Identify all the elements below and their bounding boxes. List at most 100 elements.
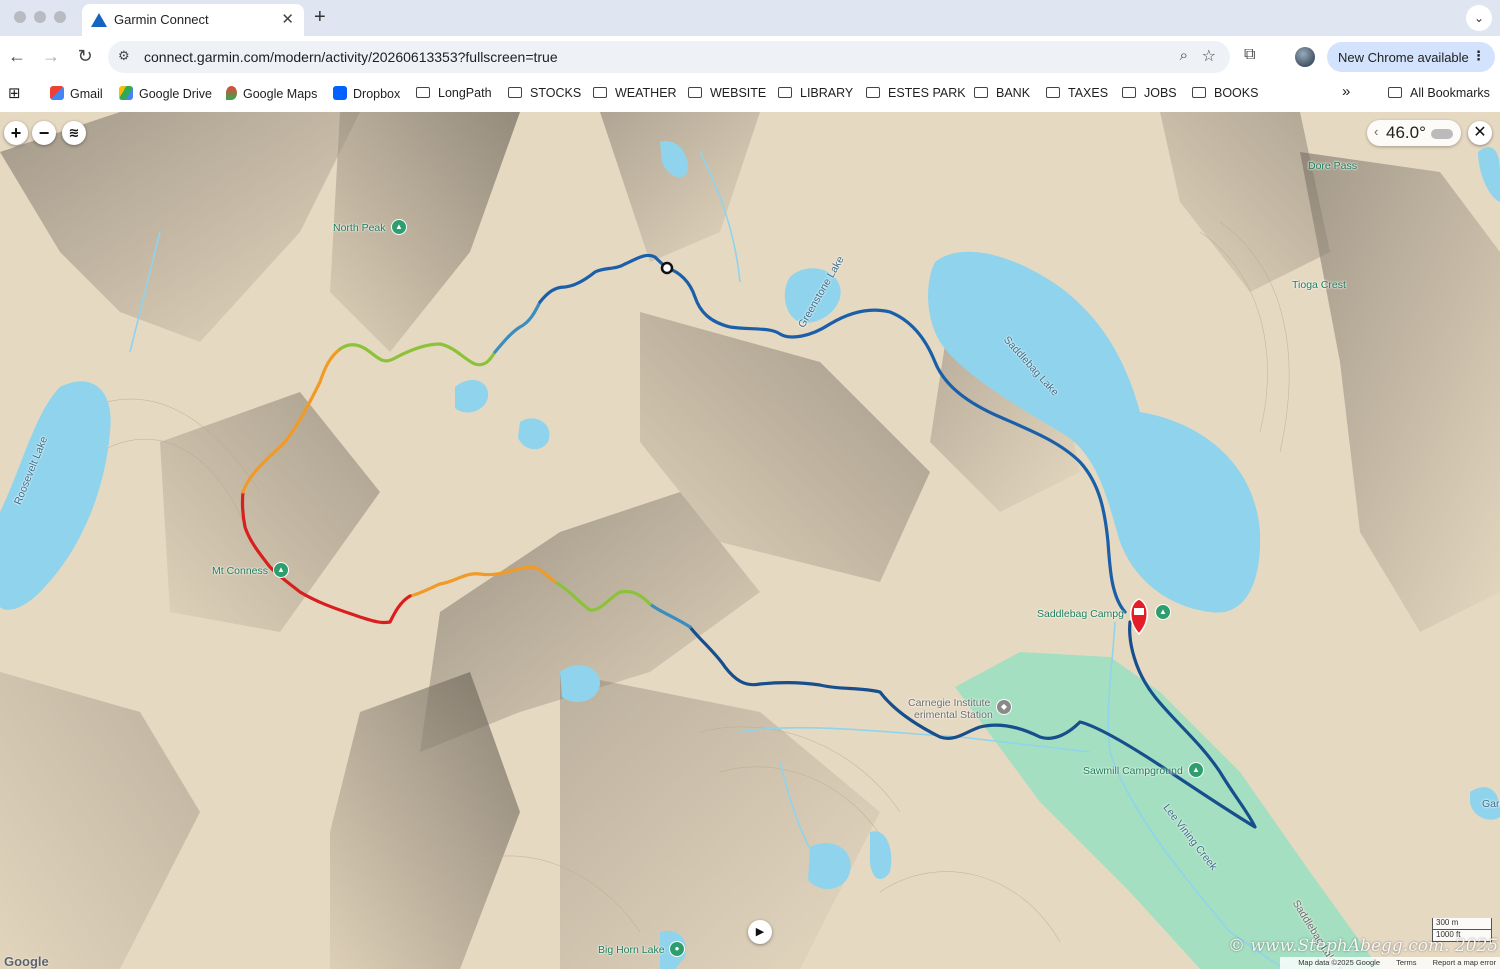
bookmark-folder-bank[interactable]: BANK [974, 86, 1030, 100]
forward-arrow-icon[interactable]: → [40, 46, 62, 67]
toolbar: ← → ↻ ⚙ connect.garmin.com/modern/activi… [0, 36, 1500, 78]
bookmark-label: JOBS [1144, 86, 1177, 100]
bookmark-label: WEATHER [615, 86, 677, 100]
bookmark-folder-weather[interactable]: WEATHER [593, 86, 677, 100]
report-error-link[interactable]: Report a map error [1433, 958, 1496, 967]
bookmark-label: BOOKS [1214, 86, 1259, 100]
new-chrome-available-button[interactable]: New Chrome available ⋮ [1327, 42, 1495, 72]
tab-close-icon[interactable]: ✕ [281, 10, 294, 28]
peak-icon[interactable]: ▲ [391, 219, 407, 235]
folder-icon [1388, 87, 1402, 98]
close-fullscreen-button[interactable]: ✕ [1468, 121, 1492, 145]
folder-icon [778, 87, 792, 98]
tab-search-chevron-icon[interactable]: ⌄ [1466, 5, 1492, 31]
bookmark-label: Google Drive [139, 87, 212, 101]
profile-avatar[interactable] [1295, 47, 1315, 67]
weather-chevron-icon[interactable]: ‹ [1374, 124, 1378, 139]
campground-icon[interactable]: ▲ [1155, 604, 1171, 620]
extensions-puzzle-icon[interactable]: ⧉ [1244, 46, 1255, 64]
new-chrome-label: New Chrome available [1338, 50, 1469, 65]
education-icon[interactable]: ◆ [996, 699, 1012, 715]
bookmark-folder-books[interactable]: BOOKS [1192, 86, 1258, 100]
zoom-in-button[interactable]: + [4, 121, 28, 145]
lake-icon[interactable]: ● [669, 941, 685, 957]
folder-icon [688, 87, 702, 98]
all-bookmarks-folder[interactable]: All Bookmarks [1388, 86, 1490, 100]
bookmark-folder-jobs[interactable]: JOBS [1122, 86, 1177, 100]
bookmarks-bar: ⊞ Gmail Google Drive Google Maps Dropbox… [0, 78, 1500, 112]
map-data-text: Map data ©2025 Google [1298, 958, 1381, 967]
folder-icon [416, 87, 430, 98]
bookmark-label: Gmail [70, 87, 103, 101]
bookmark-folder-estes-park[interactable]: ESTES PARK [866, 86, 966, 100]
folder-icon [1192, 87, 1206, 98]
zoom-out-button[interactable]: − [32, 121, 56, 145]
kebab-menu-icon[interactable]: ⋮ [1472, 48, 1485, 64]
peak-icon[interactable]: ▲ [273, 562, 289, 578]
map-label-big-horn-lake: Big Horn Lake [598, 944, 665, 956]
bookmark-label: Google Maps [243, 87, 318, 101]
folder-icon [1046, 87, 1060, 98]
bookmark-label: TAXES [1068, 86, 1109, 100]
scale-meters: 300 m [1432, 918, 1492, 930]
window-close-button[interactable] [14, 11, 26, 23]
bookmark-label: All Bookmarks [1410, 86, 1490, 100]
weather-temperature: 46.0° [1386, 123, 1426, 142]
bookmark-google-drive[interactable]: Google Drive [119, 86, 212, 101]
address-bar[interactable]: ⚙ connect.garmin.com/modern/activity/202… [108, 41, 1230, 73]
bookmark-label: LIBRARY [800, 86, 854, 100]
browser-chrome: Garmin Connect ✕ + ⌄ ← → ↻ ⚙ connect.gar… [0, 0, 1500, 112]
folder-icon [1122, 87, 1136, 98]
activity-map[interactable]: + − ≋ ‹ 46.0° ✕ North Peak ▲ Mt Conness … [0, 112, 1500, 969]
bookmark-google-maps[interactable]: Google Maps [226, 86, 317, 101]
map-label-dore-pass: Dore Pass [1308, 160, 1358, 172]
map-label-north-peak: North Peak [333, 222, 386, 234]
watermark: © www.StephAbegg.com. 2025 [1228, 936, 1499, 956]
bookmark-folder-website[interactable]: WEBSITE [688, 86, 766, 100]
bookmark-folder-library[interactable]: LIBRARY [778, 86, 853, 100]
bookmarks-overflow-chevron-icon[interactable]: » [1342, 83, 1350, 100]
bookmark-label: LongPath [438, 86, 492, 100]
map-attribution: Map data ©2025 Google Terms Report a map… [1280, 957, 1500, 969]
play-replay-button[interactable]: ▶ [748, 920, 772, 944]
bookmark-folder-taxes[interactable]: TAXES [1046, 86, 1108, 100]
back-arrow-icon[interactable]: ← [6, 46, 28, 67]
apps-grid-icon[interactable]: ⊞ [8, 84, 21, 102]
window-minimize-button[interactable] [34, 11, 46, 23]
google-drive-icon [119, 86, 133, 100]
terms-link[interactable]: Terms [1396, 958, 1416, 967]
map-label-carnegie-institute: Carnegie Institute [908, 697, 991, 709]
bookmark-label: BANK [996, 86, 1031, 100]
layers-icon[interactable]: ≋ [62, 121, 86, 145]
folder-icon [508, 87, 522, 98]
new-tab-button[interactable]: + [314, 6, 326, 29]
tab-garmin-connect[interactable]: Garmin Connect ✕ [82, 4, 304, 36]
start-point-marker[interactable] [660, 261, 674, 275]
map-label-mt-conness: Mt Conness [212, 565, 269, 577]
bookmark-label: Dropbox [353, 87, 401, 101]
bookmark-dropbox[interactable]: Dropbox [333, 86, 400, 101]
window-zoom-button[interactable] [54, 11, 66, 23]
cloud-icon [1431, 129, 1453, 139]
site-info-icon[interactable]: ⚙ [118, 48, 130, 64]
bookmark-folder-longpath[interactable]: LongPath [416, 86, 492, 100]
google-logo: Google [4, 954, 49, 969]
google-maps-icon [226, 86, 237, 100]
reload-icon[interactable]: ↻ [74, 46, 96, 67]
campground-icon[interactable]: ▲ [1188, 762, 1204, 778]
search-icon[interactable]: ⌕ [1180, 47, 1188, 64]
bookmark-label: WEBSITE [710, 86, 767, 100]
bookmark-star-icon[interactable]: ☆ [1202, 46, 1216, 66]
bookmark-label: STOCKS [530, 86, 582, 100]
url-text[interactable]: connect.garmin.com/modern/activity/20260… [144, 49, 558, 65]
map-label-tioga-crest: Tioga Crest [1292, 279, 1346, 291]
folder-icon [866, 87, 880, 98]
map-label-carnegie-station: erimental Station [914, 709, 993, 721]
terrain-map-canvas [0, 112, 1500, 969]
tab-title: Garmin Connect [114, 12, 209, 27]
weather-widget[interactable]: ‹ 46.0° [1367, 120, 1461, 146]
tab-strip: Garmin Connect ✕ + ⌄ [0, 0, 1500, 36]
bookmark-gmail[interactable]: Gmail [50, 86, 103, 101]
gmail-icon [50, 86, 64, 100]
bookmark-folder-stocks[interactable]: STOCKS [508, 86, 581, 100]
